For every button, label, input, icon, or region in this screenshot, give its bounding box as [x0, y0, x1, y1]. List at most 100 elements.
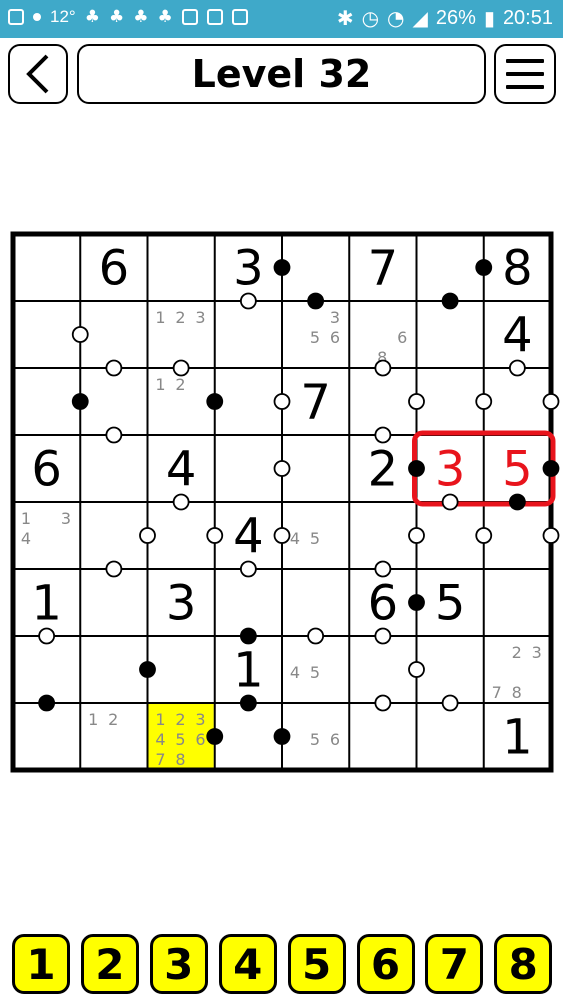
board-cell[interactable] [215, 368, 282, 435]
board-cell[interactable] [417, 368, 484, 435]
board-cell[interactable] [282, 569, 349, 636]
pencil-note: 6 [330, 328, 340, 347]
white-dot [307, 627, 325, 645]
given-digit: 2 [368, 442, 399, 498]
black-dot [475, 259, 493, 276]
white-dot [441, 493, 459, 511]
given-digit: 6 [99, 241, 130, 297]
black-dot [71, 393, 89, 410]
board-cell[interactable] [148, 636, 215, 703]
white-dot [172, 493, 190, 511]
board-cell[interactable] [215, 435, 282, 502]
board-cell[interactable] [148, 502, 215, 569]
black-dot [307, 292, 325, 310]
pencil-note: 5 [310, 328, 320, 347]
number-button-6[interactable]: 6 [356, 934, 415, 994]
board-cell[interactable] [417, 234, 484, 301]
board-cell[interactable] [349, 636, 416, 703]
pencil-note: 5 [310, 663, 320, 682]
pencil-note: 1 [88, 710, 98, 729]
board-cell[interactable] [80, 569, 147, 636]
board-cell[interactable] [484, 502, 551, 569]
pencil-note: 2 [175, 710, 185, 729]
board-cell[interactable] [80, 301, 147, 368]
given-digit: 1 [233, 643, 264, 699]
board-cell[interactable] [215, 301, 282, 368]
board-cell[interactable] [484, 368, 551, 435]
black-dot [508, 493, 526, 511]
entry-digit: 5 [502, 442, 533, 498]
number-button-3[interactable]: 3 [149, 934, 208, 994]
board-cell[interactable] [13, 636, 80, 703]
number-button-7[interactable]: 7 [425, 934, 484, 994]
pencil-note: 1 [155, 375, 165, 394]
white-dot [374, 694, 392, 712]
board-cell[interactable] [13, 368, 80, 435]
board-cell[interactable] [282, 234, 349, 301]
pencil-note: 8 [512, 683, 522, 702]
board-cell[interactable] [80, 502, 147, 569]
given-digit: 4 [502, 308, 533, 364]
pencil-note: 1 [155, 710, 165, 729]
pencil-note: 1 [155, 308, 165, 327]
white-dot [206, 527, 224, 544]
number-button-2[interactable]: 2 [80, 934, 139, 994]
board-cell[interactable] [349, 368, 416, 435]
white-dot [239, 292, 257, 310]
pencil-note: 8 [175, 750, 185, 769]
board-cell[interactable] [417, 703, 484, 770]
board-cell[interactable] [215, 703, 282, 770]
number-button-5[interactable]: 5 [287, 934, 346, 994]
white-dot [239, 560, 257, 578]
white-dot [542, 527, 560, 544]
given-digit: 1 [502, 710, 533, 766]
black-dot [206, 728, 224, 745]
number-pad: 12345678 [0, 934, 563, 994]
board-cell[interactable] [484, 569, 551, 636]
pencil-note: 3 [195, 308, 205, 327]
board-cell[interactable] [349, 703, 416, 770]
pencil-note: 4 [155, 730, 165, 749]
board-cell[interactable] [282, 435, 349, 502]
white-dot [139, 527, 156, 544]
black-dot [38, 694, 56, 712]
puzzle-board[interactable]: 1233566812134454523781212345678566378476… [0, 0, 563, 1000]
pencil-note: 3 [330, 308, 340, 327]
board-cell[interactable] [13, 234, 80, 301]
pencil-note: 2 [108, 710, 118, 729]
white-dot [374, 560, 392, 578]
white-dot [105, 426, 123, 444]
pencil-note: 5 [310, 529, 320, 548]
board-cell[interactable] [80, 636, 147, 703]
number-button-1[interactable]: 1 [12, 934, 70, 994]
board-cell[interactable] [417, 301, 484, 368]
white-dot [374, 627, 392, 645]
board-cell[interactable] [80, 368, 147, 435]
board-cell[interactable] [349, 502, 416, 569]
board-cell[interactable] [148, 234, 215, 301]
white-dot [542, 393, 560, 410]
pencil-note: 3 [61, 509, 71, 528]
board-cell[interactable] [417, 636, 484, 703]
pencil-note: 1 [21, 509, 31, 528]
white-dot [408, 527, 425, 544]
black-dot [273, 728, 291, 745]
black-dot [408, 460, 425, 477]
board-cell[interactable] [13, 301, 80, 368]
black-dot [206, 393, 224, 410]
pencil-note: 6 [330, 730, 340, 749]
board-cell[interactable] [215, 569, 282, 636]
board-cell[interactable] [417, 502, 484, 569]
given-digit: 4 [233, 509, 264, 565]
given-digit: 5 [435, 576, 466, 632]
black-dot [542, 460, 560, 477]
number-button-4[interactable]: 4 [218, 934, 277, 994]
number-button-8[interactable]: 8 [494, 934, 553, 994]
white-dot [441, 694, 459, 712]
pencil-note: 5 [310, 730, 320, 749]
given-digit: 4 [166, 442, 197, 498]
board-cell[interactable] [13, 703, 80, 770]
board-svg[interactable]: 1 2 3 35 6 681 21 34 4 54 52 37 81 2 1 2 34 5 67 85 66 3 7 8476… [0, 0, 563, 1000]
pencil-note: 6 [195, 730, 205, 749]
board-cell[interactable] [80, 435, 147, 502]
